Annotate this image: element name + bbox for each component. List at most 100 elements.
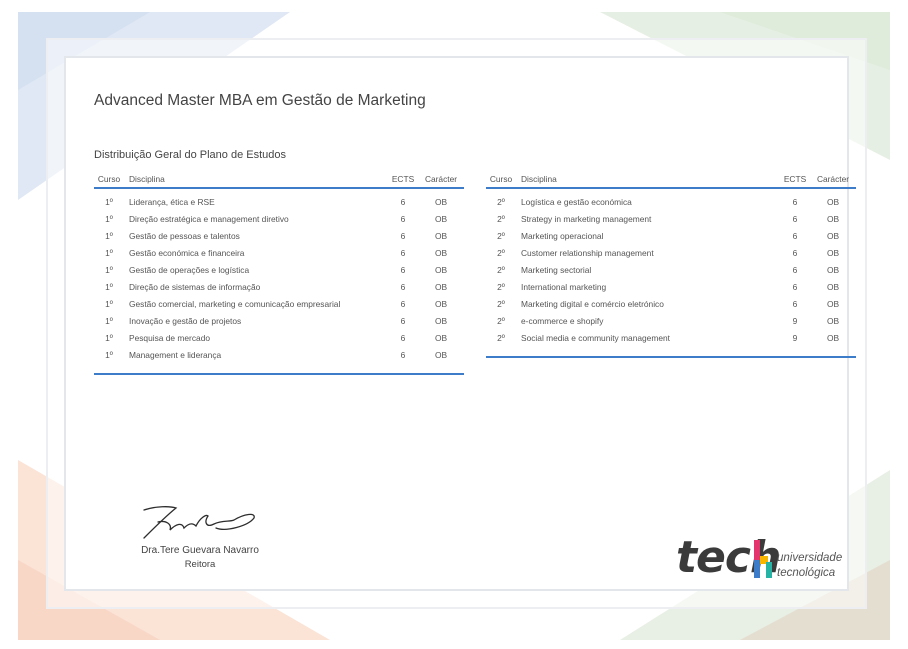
cell-curso: 1º (105, 332, 113, 343)
cell-disciplina: Marketing digital e comércio eletrónico (521, 298, 664, 309)
logo-line-1: universidade (777, 552, 843, 564)
cell-disciplina: Gestão de pessoas e talentos (129, 230, 240, 241)
cell-ects: 6 (792, 247, 798, 258)
cell-curso: 1º (105, 281, 113, 292)
table-row: 2º Marketing digital e comércio eletrónic… (486, 295, 856, 312)
cell-caracter: OB (826, 213, 840, 224)
table-row: 2º Strategy in marketing management 6 OB (486, 210, 856, 227)
cell-ects: 6 (792, 230, 798, 241)
cell-curso: 2º (497, 213, 505, 224)
cell-ects: 6 (400, 281, 406, 292)
cell-caracter: OB (826, 230, 840, 241)
header-curso: Curso (486, 170, 516, 189)
cell-ects: 6 (400, 213, 406, 224)
table-row: 2º Customer relationship management 6 OB (486, 244, 856, 261)
header-caracter: Carácter (418, 170, 464, 189)
cell-curso: 2º (497, 264, 505, 275)
cell-disciplina: Logística e gestão económica (521, 196, 632, 207)
table-row: 1º Gestão de operações e logística 6 OB (94, 261, 464, 278)
cell-ects: 6 (400, 349, 406, 360)
logo-line-2: tecnológica (777, 567, 836, 579)
table-body: 1º Liderança, ética e RSE 6 OB 1º Direção est… (94, 188, 464, 375)
cell-ects: 6 (792, 264, 798, 275)
cell-disciplina: Strategy in marketing management (521, 213, 652, 224)
cell-curso: 1º (105, 264, 113, 275)
table-row: 1º Gestão comercial, marketing e comunica… (94, 295, 464, 312)
header-caracter: Carácter (810, 170, 856, 189)
table-row: 1º Gestão de pessoas e talentos 6 OB (94, 227, 464, 244)
cell-disciplina: Liderança, ética e RSE (129, 196, 215, 207)
cell-ects: 6 (400, 264, 406, 275)
cell-curso: 2º (497, 332, 505, 343)
cell-disciplina: Customer relationship management (521, 247, 654, 258)
cell-ects: 6 (400, 332, 406, 343)
cell-curso: 1º (105, 213, 113, 224)
cell-ects: 6 (400, 230, 406, 241)
cell-disciplina: Gestão de operações e logística (129, 264, 250, 275)
cell-curso: 2º (497, 298, 505, 309)
cell-caracter: OB (434, 247, 448, 258)
table-row: 2º e-commerce e shopify 9 OB (486, 312, 856, 329)
cell-ects: 6 (792, 298, 798, 309)
cell-disciplina: Gestão económica e financeira (129, 247, 245, 258)
cell-ects: 6 (400, 315, 406, 326)
cell-caracter: OB (434, 196, 448, 207)
table-row: 1º Management e liderança 6 OB (94, 346, 464, 363)
cell-caracter: OB (434, 281, 448, 292)
table-header-row: Curso Disciplina ECTS Carácter (94, 170, 464, 189)
study-plan-table-year-2: Curso Disciplina ECTS Carácter 2º Logísti… (486, 170, 856, 358)
cell-caracter: OB (826, 298, 840, 309)
cell-ects: 6 (792, 213, 798, 224)
table-header-row: Curso Disciplina ECTS Carácter (486, 170, 856, 189)
rector-signature (143, 506, 255, 539)
cell-disciplina: Social media e community management (521, 332, 670, 343)
certificate-title: Advanced Master MBA em Gestão de Marketi… (94, 92, 426, 109)
table-row: 1º Inovação e gestão de projetos 6 OB (94, 312, 464, 329)
cell-ects: 9 (792, 315, 798, 326)
logo-color-accent-icon (754, 540, 772, 578)
cell-ects: 6 (400, 196, 406, 207)
header-curso: Curso (94, 170, 124, 189)
cell-disciplina: Management e liderança (129, 349, 222, 360)
cell-caracter: OB (434, 230, 448, 241)
header-ects: ECTS (388, 170, 418, 189)
study-plan-subtitle: Distribuição Geral do Plano de Estudos (94, 149, 286, 161)
cell-disciplina: International marketing (521, 281, 607, 292)
cell-curso: 2º (497, 247, 505, 258)
cell-disciplina: e-commerce e shopify (521, 315, 604, 326)
table-row: 2º Marketing operacional 6 OB (486, 227, 856, 244)
cell-ects: 6 (400, 247, 406, 258)
cell-curso: 2º (497, 230, 505, 241)
cell-disciplina: Direção de sistemas de informação (129, 281, 261, 292)
cell-disciplina: Inovação e gestão de projetos (129, 315, 242, 326)
table-row: 2º International marketing 6 OB (486, 278, 856, 295)
table-row: 1º Direção estratégica e management diret… (94, 210, 464, 227)
cell-caracter: OB (434, 349, 448, 360)
header-disciplina: Disciplina (124, 170, 388, 189)
table-row: 1º Gestão económica e financeira 6 OB (94, 244, 464, 261)
cell-caracter: OB (826, 332, 840, 343)
cell-disciplina: Marketing sectorial (521, 264, 592, 275)
cell-curso: 2º (497, 315, 505, 326)
cell-caracter: OB (826, 315, 840, 326)
cell-disciplina: Direção estratégica e management diretiv… (129, 213, 289, 224)
signatory-role: Reitora (184, 559, 216, 570)
cell-ects: 6 (792, 196, 798, 207)
cell-caracter: OB (434, 298, 448, 309)
cell-curso: 1º (105, 349, 113, 360)
cell-ects: 6 (400, 298, 406, 309)
cell-disciplina: Gestão comercial, marketing e comunicaçã… (129, 298, 341, 309)
table-bottom-rule (94, 363, 464, 375)
cell-ects: 9 (792, 332, 798, 343)
tech-logo: tech universidade tecnológica (676, 532, 866, 588)
cell-curso: 1º (105, 298, 113, 309)
table-bottom-rule (486, 346, 856, 358)
cell-caracter: OB (826, 281, 840, 292)
table-row: 2º Marketing sectorial 6 OB (486, 261, 856, 278)
table-row: 1º Liderança, ética e RSE 6 OB (94, 193, 464, 210)
study-plan-table-year-1: Curso Disciplina ECTS Carácter 1º Lideran… (94, 170, 464, 375)
cell-caracter: OB (434, 315, 448, 326)
cell-disciplina: Pesquisa de mercado (129, 332, 211, 343)
table-row: 1º Direção de sistemas de informação 6 OB (94, 278, 464, 295)
cell-caracter: OB (826, 247, 840, 258)
